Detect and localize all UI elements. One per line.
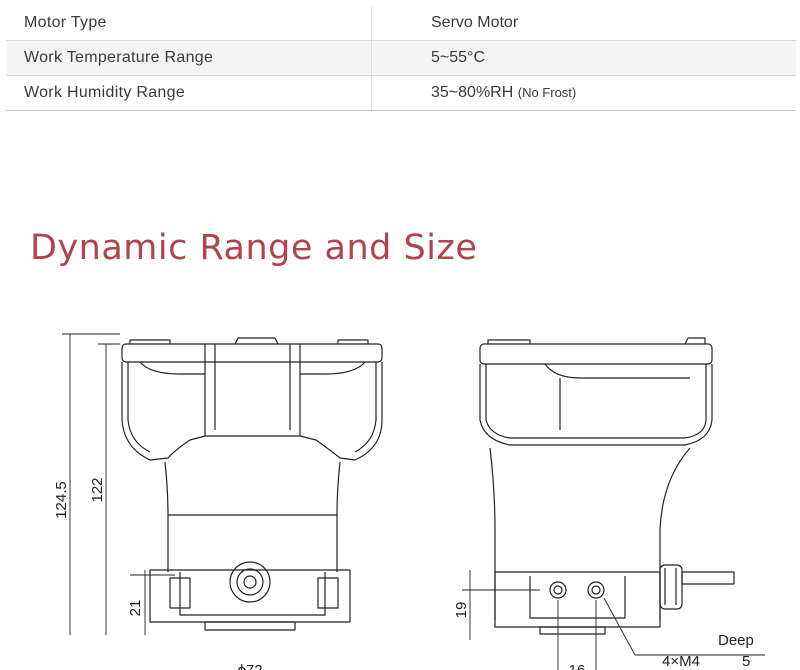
dim-port-height: 21 <box>127 600 144 617</box>
column-divider <box>371 76 372 110</box>
dim-right-port-height: 19 <box>453 602 470 619</box>
spec-row-motor-type: Motor Type Servo Motor <box>6 6 796 41</box>
technical-drawing: 124.5 122 21 ϕ72 19 16 4×M4 Deep 5 <box>53 333 765 670</box>
dim-body-height: 122 <box>89 477 106 502</box>
dim-depth-value: 5 <box>742 653 750 670</box>
dim-screw: 4×M4 <box>662 653 700 670</box>
section-title: Dynamic Range and Size <box>30 228 478 268</box>
spec-label: Work Humidity Range <box>24 84 186 101</box>
spec-label: Work Temperature Range <box>24 49 214 66</box>
dim-hole-spacing: 16 <box>569 662 586 670</box>
dim-diameter: ϕ72 <box>237 662 262 670</box>
spec-value-note: (No Frost) <box>517 85 577 100</box>
spec-value: Servo Motor <box>431 14 519 31</box>
spec-value: 5~55°C <box>431 49 485 66</box>
dim-depth-label: Deep <box>718 632 754 649</box>
front-view <box>121 337 383 631</box>
spec-value: 35~80%RH (No Frost) <box>431 84 576 102</box>
column-divider <box>371 6 372 40</box>
dim-total-height: 124.5 <box>53 481 70 519</box>
spec-table: Motor Type Servo Motor Work Temperature … <box>6 6 796 111</box>
spec-row-humidity: Work Humidity Range 35~80%RH (No Frost) <box>6 76 796 111</box>
column-divider <box>371 41 372 75</box>
spec-label: Motor Type <box>24 14 107 31</box>
spec-value-main: 35~80%RH <box>431 84 514 101</box>
spec-row-temperature: Work Temperature Range 5~55°C <box>6 41 796 76</box>
